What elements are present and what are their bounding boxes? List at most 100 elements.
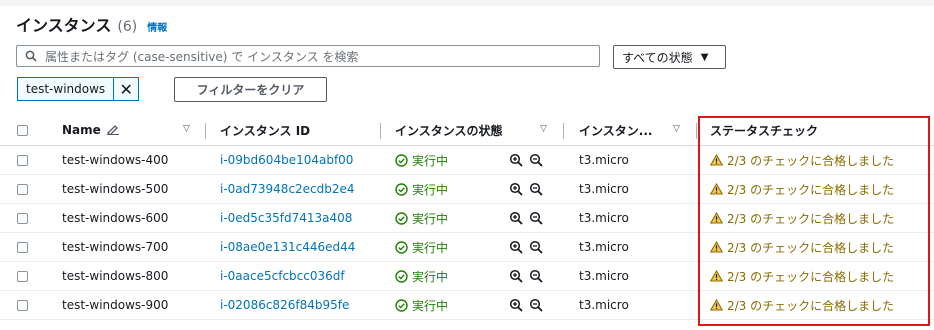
check-circle-icon xyxy=(395,269,408,283)
zoom-controls xyxy=(509,204,543,232)
instance-type: t3.micro xyxy=(579,153,629,167)
column-type-label: インスタン... xyxy=(579,123,653,138)
column-state-label: インスタンスの状態 xyxy=(395,123,503,138)
zoom-in-icon[interactable] xyxy=(509,269,523,283)
zoom-controls xyxy=(509,146,543,174)
sort-name-icon[interactable]: ▽ xyxy=(183,124,190,134)
row-checkbox[interactable] xyxy=(17,183,28,195)
instance-id-link[interactable]: i-0ed5c35fd7413a408 xyxy=(220,204,352,232)
instance-state-label: 実行中 xyxy=(412,298,449,313)
instance-name: test-windows-400 xyxy=(62,153,169,167)
info-link[interactable]: 情報 xyxy=(147,19,167,34)
instance-name: test-windows-700 xyxy=(62,240,169,254)
select-all-cell xyxy=(17,115,28,145)
instance-type: t3.micro xyxy=(579,211,629,225)
instance-state-label: 実行中 xyxy=(412,211,449,226)
filter-token-label: test-windows xyxy=(18,78,115,100)
instance-state: 実行中 xyxy=(395,291,448,319)
clear-filters-button[interactable]: フィルターをクリア xyxy=(174,77,327,102)
column-instance-id-label: インスタンス ID xyxy=(220,123,311,138)
instance-type: t3.micro xyxy=(579,298,629,312)
column-instance-id-header[interactable]: インスタンス ID xyxy=(220,115,310,145)
zoom-out-icon[interactable] xyxy=(529,211,543,225)
row-checkbox[interactable] xyxy=(17,241,28,253)
zoom-out-icon[interactable] xyxy=(529,240,543,254)
check-circle-icon xyxy=(395,211,408,225)
zoom-out-icon[interactable] xyxy=(529,182,543,196)
row-checkbox-cell xyxy=(17,204,28,232)
zoom-controls xyxy=(509,175,543,203)
filter-token: test-windows ✕ xyxy=(17,77,140,101)
instance-state: 実行中 xyxy=(395,175,448,203)
instance-name: test-windows-500 xyxy=(62,182,169,196)
zoom-in-icon[interactable] xyxy=(509,211,523,225)
check-circle-icon xyxy=(395,153,408,167)
row-checkbox-cell xyxy=(17,146,28,174)
sort-state-icon[interactable]: ▽ xyxy=(540,124,547,134)
column-state-header[interactable]: インスタンスの状態 xyxy=(395,115,503,145)
search-input[interactable]: 属性またはタグ (case-sensitive) で インスタンス を検索 xyxy=(16,45,600,67)
zoom-in-icon[interactable] xyxy=(509,240,523,254)
row-checkbox-cell xyxy=(17,233,28,261)
column-name-header[interactable]: Name xyxy=(62,115,120,145)
row-checkbox-cell xyxy=(17,175,28,203)
zoom-controls xyxy=(509,233,543,261)
instance-type: t3.micro xyxy=(579,240,629,254)
column-divider xyxy=(205,123,206,139)
zoom-out-icon[interactable] xyxy=(529,298,543,312)
instance-id-link[interactable]: i-09bd604be104abf00 xyxy=(220,146,353,174)
row-checkbox-cell xyxy=(17,262,28,290)
row-checkbox[interactable] xyxy=(17,299,28,311)
zoom-out-icon[interactable] xyxy=(529,153,543,167)
zoom-in-icon[interactable] xyxy=(509,298,523,312)
status-check-highlight-box xyxy=(698,116,930,326)
column-divider xyxy=(563,123,564,139)
instance-id-link[interactable]: i-0aace5cfcbcc036df xyxy=(220,262,345,290)
instance-state-label: 実行中 xyxy=(412,240,449,255)
instance-id-link[interactable]: i-0ad73948c2ecdb2e4 xyxy=(220,175,355,203)
row-checkbox[interactable] xyxy=(17,154,28,166)
zoom-in-icon[interactable] xyxy=(509,153,523,167)
page-title: インスタンス xyxy=(16,16,112,35)
column-name-label: Name xyxy=(62,123,101,137)
instance-type: t3.micro xyxy=(579,182,629,196)
row-checkbox[interactable] xyxy=(17,270,28,282)
instance-type: t3.micro xyxy=(579,269,629,283)
instance-name: test-windows-800 xyxy=(62,269,169,283)
zoom-in-icon[interactable] xyxy=(509,182,523,196)
select-all-checkbox[interactable] xyxy=(17,124,28,136)
instance-state: 実行中 xyxy=(395,146,448,174)
instance-name: test-windows-900 xyxy=(62,298,169,312)
instance-state: 実行中 xyxy=(395,204,448,232)
edit-icon xyxy=(106,123,120,138)
row-checkbox-cell xyxy=(17,291,28,319)
page-header: インスタンス (6) 情報 xyxy=(16,12,167,36)
close-icon[interactable]: ✕ xyxy=(114,80,138,99)
check-circle-icon xyxy=(395,182,408,196)
instance-name: test-windows-600 xyxy=(62,211,169,225)
search-icon xyxy=(21,50,41,62)
top-bar xyxy=(0,0,934,6)
sort-type-icon[interactable]: ▽ xyxy=(673,124,680,134)
instance-id-link[interactable]: i-02086c826f84b95fe xyxy=(220,291,349,319)
instance-state: 実行中 xyxy=(395,262,448,290)
check-circle-icon xyxy=(395,298,408,312)
zoom-controls xyxy=(509,291,543,319)
search-placeholder: 属性またはタグ (case-sensitive) で インスタンス を検索 xyxy=(45,49,359,64)
column-divider xyxy=(696,123,697,139)
state-filter-value: すべての状態 xyxy=(622,50,693,65)
instance-id-link[interactable]: i-08ae0e131c446ed44 xyxy=(220,233,355,261)
column-type-header[interactable]: インスタン... xyxy=(579,115,652,145)
instance-state-label: 実行中 xyxy=(412,269,449,284)
instance-state-label: 実行中 xyxy=(412,153,449,168)
state-filter-select[interactable]: すべての状態 ▼ xyxy=(613,45,726,69)
column-divider xyxy=(380,123,381,139)
instance-state: 実行中 xyxy=(395,233,448,261)
instance-count: (6) xyxy=(117,19,138,35)
check-circle-icon xyxy=(395,240,408,254)
row-checkbox[interactable] xyxy=(17,212,28,224)
caret-down-icon: ▼ xyxy=(700,51,709,63)
zoom-controls xyxy=(509,262,543,290)
zoom-out-icon[interactable] xyxy=(529,269,543,283)
instance-state-label: 実行中 xyxy=(412,182,449,197)
